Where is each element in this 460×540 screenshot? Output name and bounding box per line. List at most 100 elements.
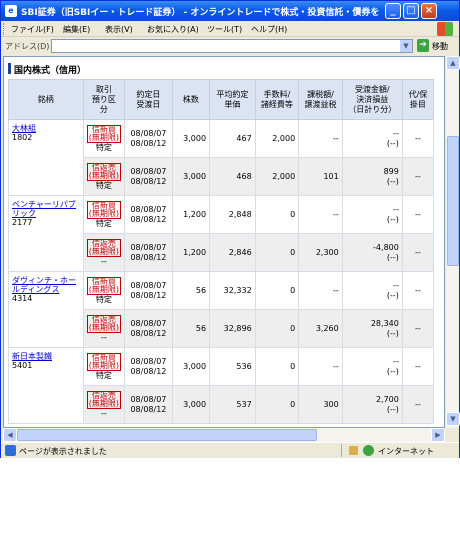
maximize-button[interactable]: □ <box>403 3 419 19</box>
account-type: 特定 <box>95 371 112 380</box>
tax-cell: 300 <box>298 385 343 424</box>
header-fee: 手数料/諸経費等 <box>254 79 300 120</box>
avg-price-cell: 32,332 <box>209 271 256 310</box>
page-icon <box>5 445 16 456</box>
qty-cell: 56 <box>171 271 211 310</box>
trade-kind-tag[interactable]: 信返売 (無期限) <box>86 315 122 333</box>
header-date: 約定日 受渡日 <box>124 79 173 120</box>
settlement-cell: 28,340 (--) <box>341 309 403 348</box>
fee-cell: 0 <box>254 385 300 424</box>
table-header-row: 銘柄 取引 預り区分 約定日 受渡日 株数 平均約定 単価 手数料/諸経費等 課税額/… <box>8 79 435 120</box>
settlement-cell: -- (--) <box>341 195 403 234</box>
fee-cell: 0 <box>254 271 300 310</box>
header-substitute: 代/保 掛目 <box>401 79 435 120</box>
table-body: 大林組 1802 信新買 (無期限) 特定 08/08/07 08/08/12 3,… <box>8 119 435 424</box>
substitute-cell: -- <box>401 309 435 348</box>
menu-edit[interactable]: 編集(E) <box>63 24 90 35</box>
globe-icon <box>363 445 374 456</box>
fee-cell: 0 <box>254 309 300 348</box>
page-content: 国内株式（信用） 銘柄 取引 預り区分 約定日 受渡日 株数 平均約定 単価 手数料/… <box>3 56 445 428</box>
go-button-label[interactable]: 移動 <box>432 41 448 52</box>
vertical-scroll-thumb[interactable] <box>447 136 459 266</box>
trade-kind-tag[interactable]: 信新買 (無期限) <box>86 201 122 219</box>
tax-cell: 2,300 <box>298 233 343 272</box>
menu-bar: ファイル(F) 編集(E) 表示(V) お気に入り(A) ツール(T) ヘルプ(… <box>1 21 459 37</box>
header-qty: 株数 <box>171 79 211 120</box>
qty-cell: 3,000 <box>171 385 211 424</box>
trade-kind-tag[interactable]: 信新買 (無期限) <box>86 277 122 295</box>
substitute-cell: -- <box>401 195 435 234</box>
title-bar[interactable]: e SBI証券（旧SBIイー・トレード証券） - オンライントレードで株式・投資… <box>1 1 459 21</box>
horizontal-scroll-thumb[interactable] <box>17 429 317 441</box>
fee-cell: 0 <box>254 347 300 386</box>
minimize-button[interactable]: _ <box>385 3 401 19</box>
stock-code: 4314 <box>12 294 33 303</box>
substitute-cell: -- <box>401 271 435 310</box>
avg-price-cell: 467 <box>209 119 256 158</box>
avg-price-cell: 537 <box>209 385 256 424</box>
date-cell: 08/08/07 08/08/12 <box>124 119 173 158</box>
trade-kind-cell: 信新買 (無期限) 特定 <box>82 347 126 386</box>
windows-logo-icon <box>437 22 453 36</box>
fee-cell: 0 <box>254 195 300 234</box>
tax-cell: 3,260 <box>298 309 343 348</box>
scroll-up-icon[interactable]: ▲ <box>446 56 460 70</box>
fee-cell: 0 <box>254 233 300 272</box>
tax-cell: -- <box>298 271 343 310</box>
trade-kind-cell: 信返売 (無期限) -- <box>82 385 126 424</box>
address-input[interactable]: ▼ <box>51 39 413 53</box>
stock-name-cell: ベンチャーリパブリック 2177 <box>8 195 84 272</box>
menu-view[interactable]: 表示(V) <box>105 24 133 35</box>
trade-kind-tag[interactable]: 信返売 (無期限) <box>86 391 122 409</box>
avg-price-cell: 468 <box>209 157 256 196</box>
chevron-down-icon[interactable]: ▼ <box>400 40 412 52</box>
close-button[interactable]: × <box>421 3 437 19</box>
header-tax: 課税額/譲渡益税 <box>298 79 343 120</box>
substitute-cell: -- <box>401 347 435 386</box>
address-label: アドレス(D) <box>5 42 50 51</box>
account-type: -- <box>100 257 107 266</box>
trade-kind-cell: 信返売 (無期限) 特定 <box>82 157 126 196</box>
trade-kind-tag[interactable]: 信返売 (無期限) <box>86 163 122 181</box>
account-type: 特定 <box>95 181 112 190</box>
menu-tools[interactable]: ツール(T) <box>207 24 242 35</box>
trade-kind-cell: 信返売 (無期限) -- <box>82 309 126 348</box>
settlement-cell: -4,800 (--) <box>341 233 403 272</box>
trade-kind-tag[interactable]: 信新買 (無期限) <box>86 125 122 143</box>
scroll-down-icon[interactable]: ▼ <box>446 412 460 426</box>
stock-link[interactable]: 新日本製鐵 <box>12 352 80 361</box>
settlement-cell: 2,700 (--) <box>341 385 403 424</box>
substitute-cell: -- <box>401 157 435 196</box>
tax-cell: -- <box>298 195 343 234</box>
account-type: -- <box>100 333 107 342</box>
menu-help[interactable]: ヘルプ(H) <box>251 24 287 35</box>
menu-file[interactable]: ファイル(F) <box>11 24 54 35</box>
trade-kind-tag[interactable]: 信返売 (無期限) <box>86 239 122 257</box>
table-row: 新日本製鐵 5401 信新買 (無期限) 特定 08/08/07 08/08/12 … <box>8 347 435 424</box>
vertical-scrollbar[interactable]: ▲ ▼ <box>445 56 460 428</box>
date-cell: 08/08/07 08/08/12 <box>124 309 173 348</box>
scroll-left-icon[interactable]: ◀ <box>3 428 17 442</box>
stock-link[interactable]: ダヴィンチ・ホールディングス <box>12 276 80 294</box>
header-kind: 取引 預り区分 <box>82 79 126 120</box>
qty-cell: 3,000 <box>171 347 211 386</box>
scroll-right-icon[interactable]: ▶ <box>431 428 445 442</box>
menu-favorites[interactable]: お気に入り(A) <box>147 24 199 35</box>
trade-kind-tag[interactable]: 信新買 (無期限) <box>86 353 122 371</box>
table-row: 大林組 1802 信新買 (無期限) 特定 08/08/07 08/08/12 3,… <box>8 119 435 196</box>
qty-cell: 1,200 <box>171 233 211 272</box>
stock-name-cell: 大林組 1802 <box>8 119 84 196</box>
status-text: ページが表示されました <box>19 447 107 456</box>
date-cell: 08/08/07 08/08/12 <box>124 233 173 272</box>
horizontal-scrollbar[interactable]: ◀ ▶ <box>3 428 445 442</box>
stock-link[interactable]: 大林組 <box>12 124 80 133</box>
stock-link[interactable]: ベンチャーリパブリック <box>12 200 80 218</box>
date-cell: 08/08/07 08/08/12 <box>124 157 173 196</box>
date-cell: 08/08/07 08/08/12 <box>124 347 173 386</box>
table-row: ベンチャーリパブリック 2177 信新買 (無期限) 特定 08/08/07 08/… <box>8 195 435 272</box>
go-arrow-icon[interactable]: ➔ <box>417 39 429 52</box>
qty-cell: 1,200 <box>171 195 211 234</box>
settlement-cell: 899 (--) <box>341 157 403 196</box>
fee-cell: 2,000 <box>254 157 300 196</box>
stock-name-cell: ダヴィンチ・ホールディングス 4314 <box>8 271 84 348</box>
